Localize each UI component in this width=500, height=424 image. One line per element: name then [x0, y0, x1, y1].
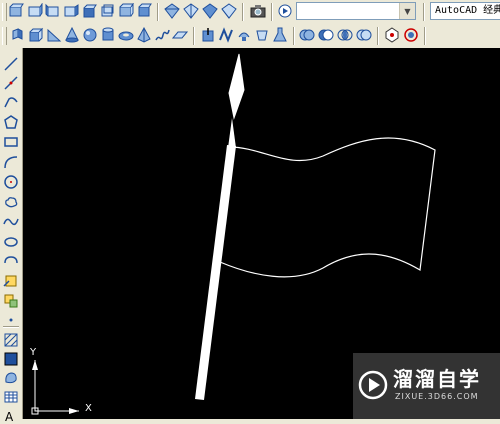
- polyline-icon[interactable]: [3, 94, 19, 110]
- toolbar-grip[interactable]: [2, 3, 7, 21]
- table-icon[interactable]: [3, 389, 19, 405]
- construction-line-icon[interactable]: [3, 75, 19, 91]
- polygon-icon[interactable]: [3, 114, 19, 130]
- flag-pole: [195, 145, 236, 400]
- view-ne-iso-icon[interactable]: [164, 3, 180, 19]
- view-iso-3-icon[interactable]: [202, 3, 218, 19]
- workspace-label: AutoCAD 经典: [435, 5, 500, 16]
- view-front-icon[interactable]: [81, 3, 97, 19]
- sphere-icon[interactable]: [82, 27, 98, 43]
- subtract-icon[interactable]: [318, 27, 334, 43]
- pyramid-icon[interactable]: [136, 27, 152, 43]
- gradient-icon[interactable]: [3, 351, 19, 367]
- make-block-icon[interactable]: [3, 293, 19, 309]
- toolbar-separator: [3, 326, 19, 328]
- layer-dropdown[interactable]: ▼: [296, 2, 416, 20]
- flag-pole-neck: [228, 118, 236, 148]
- region-icon[interactable]: [3, 370, 19, 386]
- view-nw-iso-icon[interactable]: [183, 3, 199, 19]
- toolbar-separator: [271, 3, 273, 21]
- toolbar-separator: [424, 27, 426, 45]
- hatch-icon[interactable]: [3, 332, 19, 348]
- watermark-url: ZIXUE.3D66.COM: [395, 392, 479, 401]
- watermark: 溜溜自学 ZIXUE.3D66.COM: [353, 353, 500, 419]
- view-bottom-icon[interactable]: [27, 3, 43, 19]
- view-iso-4-icon[interactable]: [221, 3, 237, 19]
- extrude-icon[interactable]: [9, 27, 25, 43]
- wedge-icon[interactable]: [46, 27, 62, 43]
- view-left-icon[interactable]: [45, 3, 61, 19]
- ellipse-icon[interactable]: [3, 234, 19, 250]
- multiline-text-icon[interactable]: A: [3, 408, 19, 424]
- torus-icon[interactable]: [118, 27, 134, 43]
- revision-cloud-icon[interactable]: [3, 194, 19, 210]
- toolbar-separator: [423, 3, 425, 21]
- box-icon[interactable]: [28, 27, 44, 43]
- ellipse-arc-icon[interactable]: [3, 254, 19, 270]
- loft-icon[interactable]: [254, 27, 270, 43]
- sweep-icon[interactable]: [218, 27, 234, 43]
- intersect-icon[interactable]: [337, 27, 353, 43]
- cylinder-icon[interactable]: [100, 27, 116, 43]
- draw-toolbar: A: [0, 48, 23, 424]
- flask-icon[interactable]: [272, 27, 288, 43]
- helix-icon[interactable]: [154, 27, 170, 43]
- dropdown-arrow-icon[interactable]: ▼: [399, 3, 415, 19]
- toolbar-separator: [157, 3, 159, 21]
- toolbar-separator: [377, 27, 379, 45]
- play-circle-logo-icon: [358, 370, 388, 400]
- cone-icon[interactable]: [64, 27, 80, 43]
- view-top-icon[interactable]: [8, 3, 24, 19]
- ucs-icon: [31, 360, 79, 415]
- camera-icon[interactable]: [250, 3, 266, 19]
- drawing-canvas[interactable]: Y X 溜溜自学 ZIXUE.3D66.COM: [23, 48, 500, 419]
- 3d-move-icon[interactable]: [384, 27, 400, 43]
- top-toolbar-row-2: [0, 24, 500, 49]
- toolbar-separator: [293, 27, 295, 45]
- insert-block-icon[interactable]: [3, 273, 19, 289]
- toolbar-separator: [193, 27, 195, 45]
- union-icon[interactable]: [299, 27, 315, 43]
- flag-cloth: [219, 137, 436, 278]
- view-se-iso-icon[interactable]: [136, 3, 152, 19]
- spline-icon[interactable]: [3, 214, 19, 230]
- view-back-icon[interactable]: [99, 3, 115, 19]
- view-sw-iso-icon[interactable]: [118, 3, 134, 19]
- svg-text:A: A: [5, 410, 14, 424]
- ucs-y-label: Y: [30, 347, 37, 358]
- interfere-icon[interactable]: [356, 27, 372, 43]
- arc-icon[interactable]: [3, 154, 19, 170]
- line-icon[interactable]: [3, 56, 19, 72]
- toolbar-separator: [242, 3, 244, 21]
- top-toolbar-row-1: ▼ AutoCAD 经典: [0, 0, 500, 25]
- ucs-x-label: X: [85, 403, 92, 414]
- workspace-dropdown[interactable]: AutoCAD 经典: [430, 2, 500, 20]
- layer-state-icon[interactable]: [277, 3, 293, 19]
- rectangle-icon[interactable]: [3, 134, 19, 150]
- revolve-icon[interactable]: [236, 27, 252, 43]
- watermark-title: 溜溜自学: [393, 367, 481, 391]
- planar-surface-icon[interactable]: [172, 27, 188, 43]
- view-right-icon[interactable]: [63, 3, 79, 19]
- toolbar-grip[interactable]: [2, 27, 7, 45]
- presspull-icon[interactable]: [200, 27, 216, 43]
- 3d-rotate-icon[interactable]: [403, 27, 419, 43]
- circle-icon[interactable]: [3, 174, 19, 190]
- flag-pole-spear-tip: [228, 53, 245, 120]
